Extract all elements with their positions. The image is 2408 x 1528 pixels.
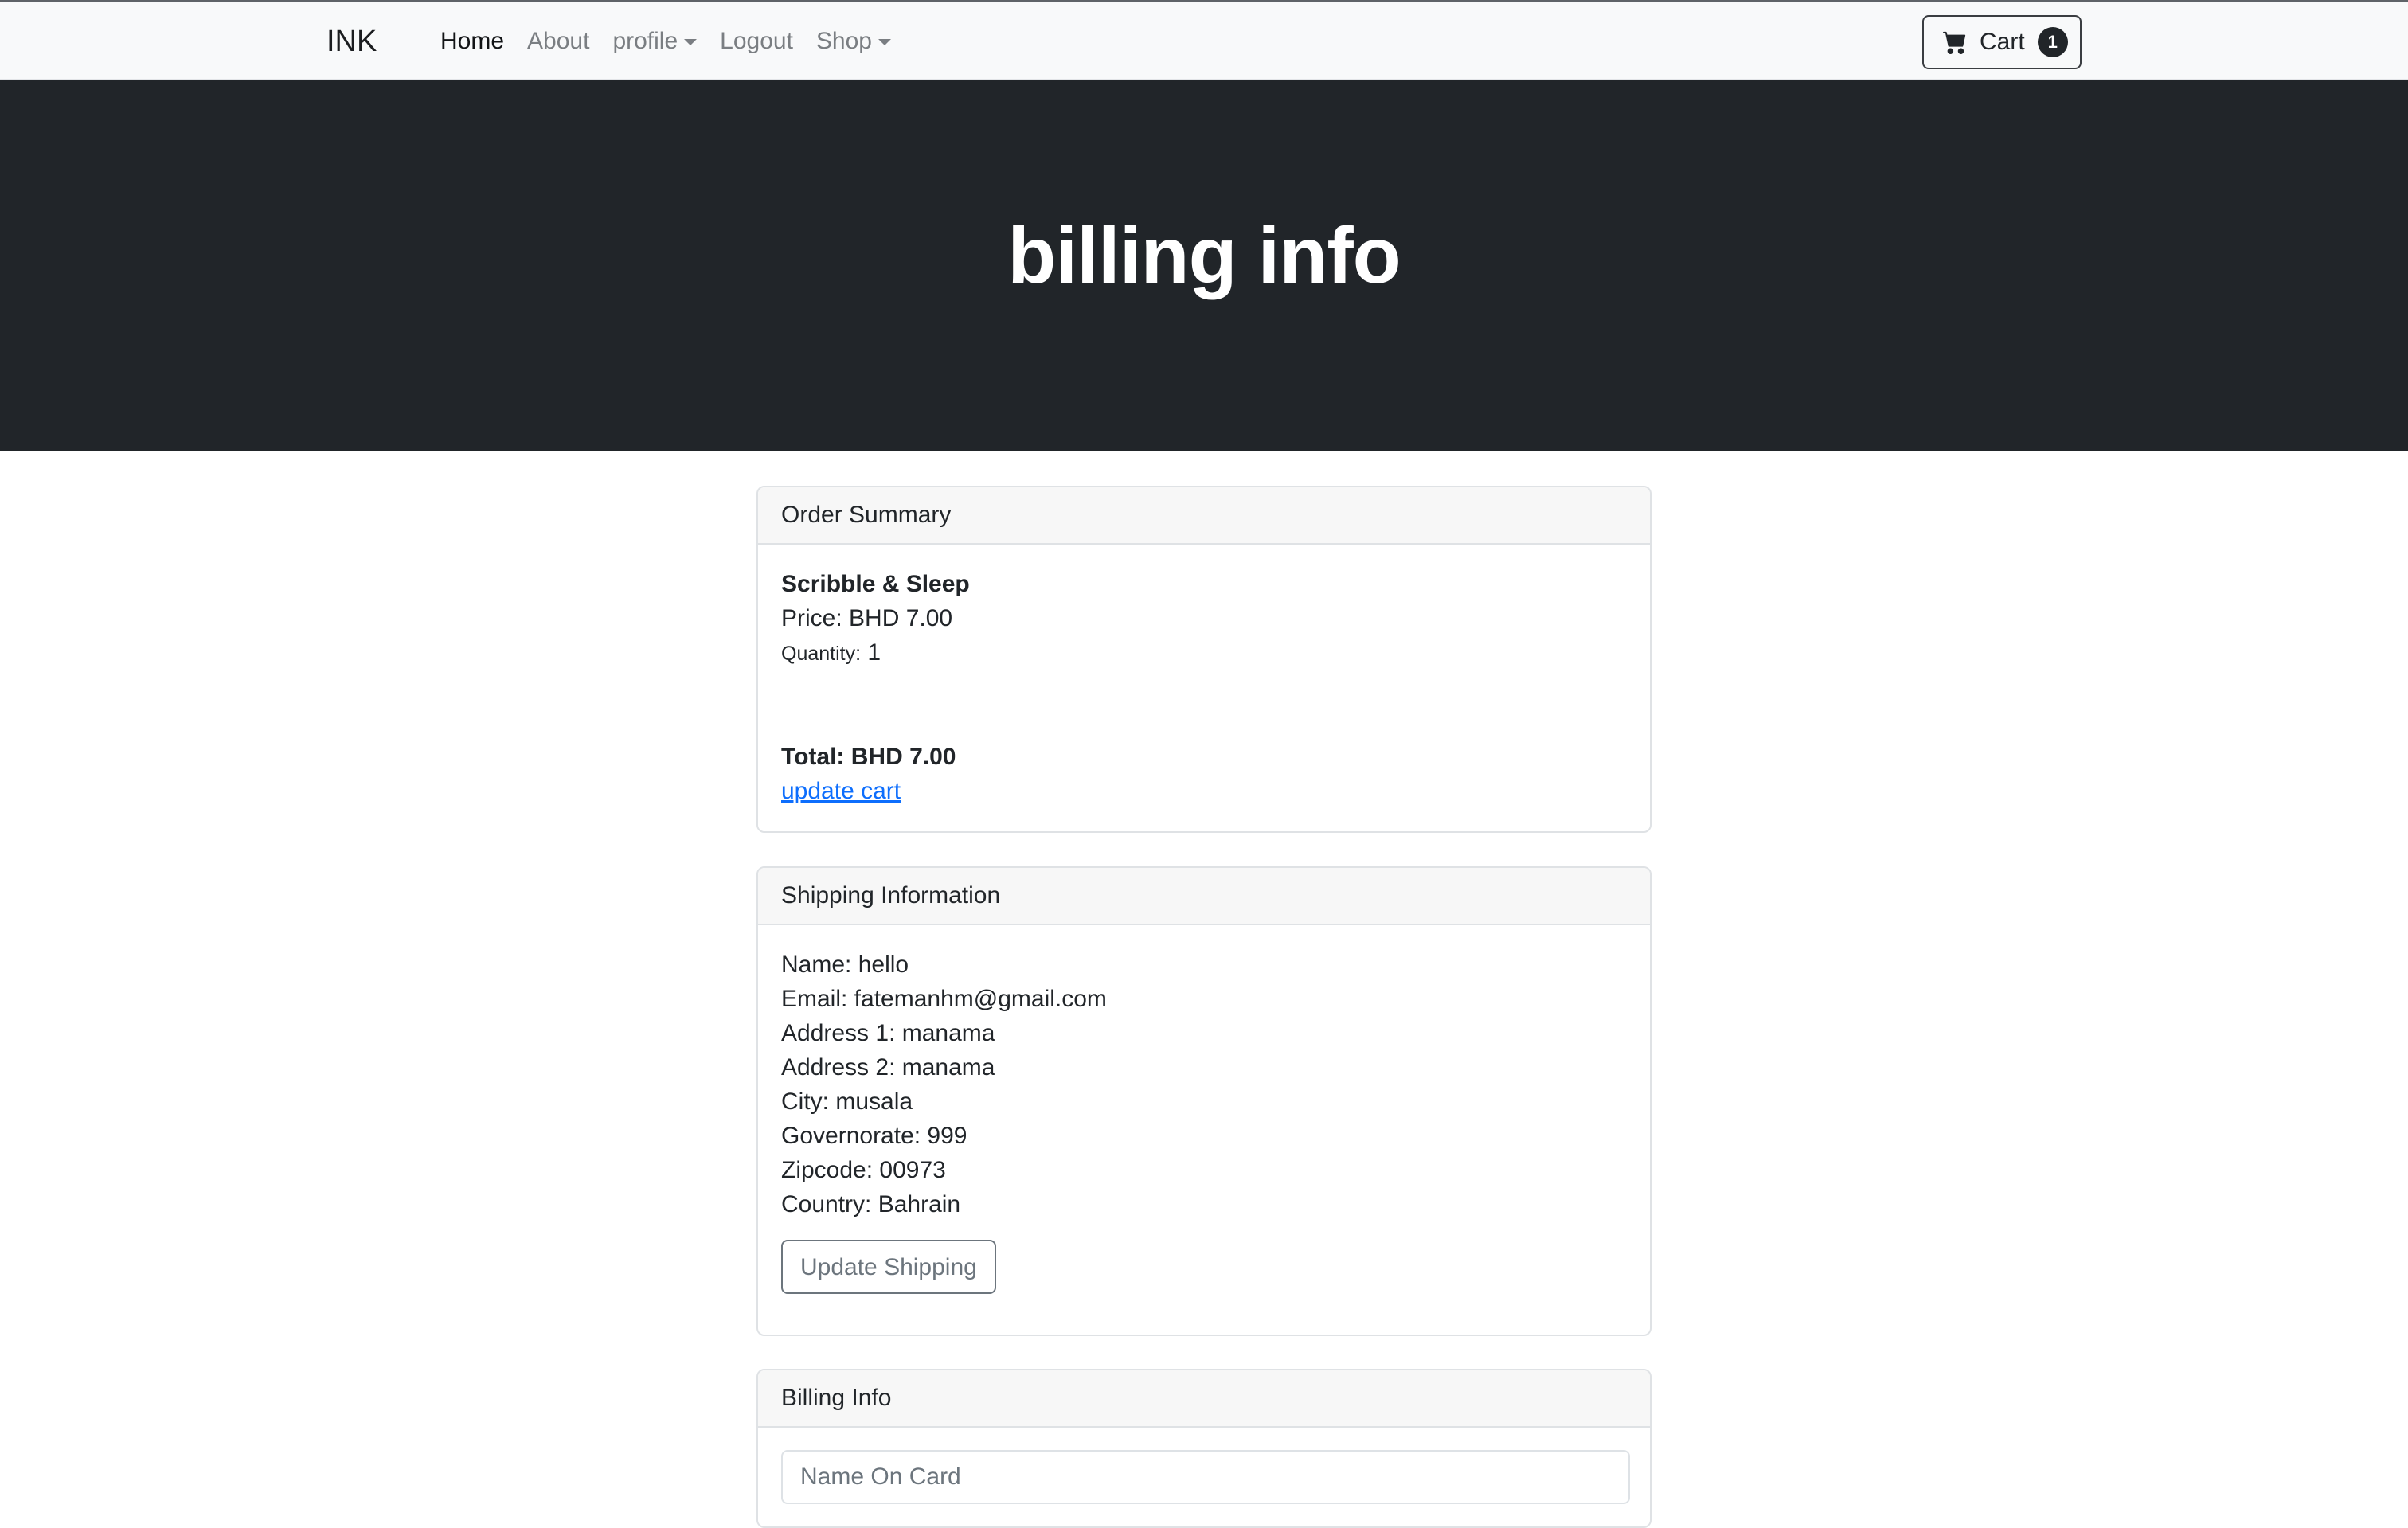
cart-button[interactable]: Cart 1 <box>1922 15 2082 69</box>
update-cart-link[interactable]: update cart <box>781 778 901 804</box>
caret-down-icon <box>684 39 698 45</box>
brand-logo[interactable]: INK <box>326 24 377 59</box>
shipping-name: Name: hello <box>781 952 909 978</box>
item-price: Price: BHD 7.00 <box>781 605 953 631</box>
nav-profile-label: profile <box>612 28 678 54</box>
order-summary-header: Order Summary <box>758 487 1650 545</box>
nav-logout-link[interactable]: Logout <box>720 25 793 57</box>
order-summary-body: Scribble & Sleep Price: BHD 7.00 Quantit… <box>758 545 1650 830</box>
billing-info-card: Billing Info <box>756 1369 1652 1528</box>
nav-profile-dropdown[interactable]: profile <box>612 25 698 57</box>
update-shipping-button[interactable]: Update Shipping <box>781 1240 996 1294</box>
name-on-card-input[interactable] <box>781 1450 1630 1504</box>
cart-count-badge: 1 <box>2037 27 2068 57</box>
nav-home-link[interactable]: Home <box>440 25 504 57</box>
shipping-email: Email: fatemanhm@gmail.com <box>781 986 1107 1012</box>
shipping-governorate: Governorate: 999 <box>781 1123 968 1149</box>
cart-label: Cart <box>1980 29 2025 55</box>
billing-info-body <box>758 1428 1650 1504</box>
item-quantity: Quantity: 1 <box>781 635 1627 671</box>
shipping-address-2: Address 2: manama <box>781 1054 995 1081</box>
cart-icon <box>1943 31 1966 54</box>
nav-about-link[interactable]: About <box>527 25 589 57</box>
quantity-label: Quantity: <box>781 643 862 665</box>
quantity-value: 1 <box>867 639 882 666</box>
nav-shop-label: Shop <box>815 28 872 54</box>
hero-banner: billing info <box>0 80 2408 451</box>
shipping-info-card: Shipping Information Name: hello Email: … <box>756 866 1652 1336</box>
shipping-country: Country: Bahrain <box>781 1191 961 1217</box>
navbar: INK Home About profile Logout Shop Cart … <box>0 0 2408 80</box>
item-name: Scribble & Sleep <box>781 571 970 597</box>
shipping-info-body: Name: hello Email: fatemanhm@gmail.com A… <box>758 925 1650 1316</box>
shipping-address-1: Address 1: manama <box>781 1020 995 1046</box>
shipping-zipcode: Zipcode: 00973 <box>781 1157 946 1183</box>
nav-links: Home About profile Logout Shop <box>440 25 891 57</box>
nav-shop-dropdown[interactable]: Shop <box>816 25 891 57</box>
order-total: Total: BHD 7.00 <box>781 744 956 770</box>
order-summary-card: Order Summary Scribble & Sleep Price: BH… <box>756 486 1652 833</box>
page-title: billing info <box>1007 211 1401 300</box>
caret-down-icon <box>878 39 891 45</box>
shipping-info-header: Shipping Information <box>758 868 1650 925</box>
shipping-city: City: musala <box>781 1088 913 1115</box>
billing-info-header: Billing Info <box>758 1370 1650 1428</box>
